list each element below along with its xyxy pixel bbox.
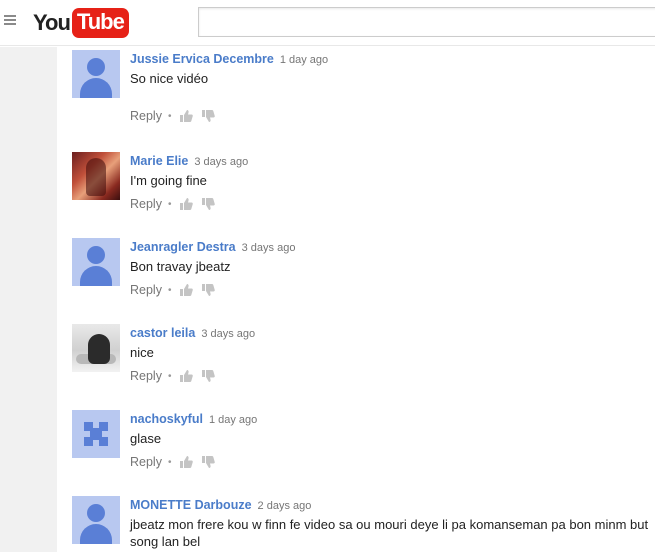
comment-actions: Reply • (130, 454, 223, 470)
comment-text: nice (130, 345, 154, 360)
photo-avatar[interactable] (72, 152, 120, 200)
comment-author[interactable]: nachoskyful (130, 412, 203, 426)
photo-avatar[interactable] (72, 324, 120, 372)
default-avatar[interactable] (72, 238, 120, 286)
separator-dot: • (167, 284, 172, 296)
comment-time[interactable]: 3 days ago (194, 156, 248, 168)
comment-header: Marie Elie 3 days ago (130, 152, 248, 168)
reply-button[interactable]: Reply (130, 455, 162, 469)
pattern-avatar[interactable] (72, 410, 120, 458)
separator-dot: • (167, 456, 172, 468)
comment-time[interactable]: 1 day ago (280, 54, 328, 66)
thumbs-down-icon[interactable] (201, 455, 216, 469)
comment-author[interactable]: castor leila (130, 326, 195, 340)
comment-header: Jussie Ervica Decembre 1 day ago (130, 50, 328, 66)
default-avatar[interactable] (72, 496, 120, 544)
comment-header: nachoskyful 1 day ago (130, 410, 257, 426)
hamburger-menu-icon[interactable] (4, 15, 16, 27)
masthead: You Tube (0, 0, 655, 46)
comment-text: So nice vidéo (130, 71, 209, 86)
comment-author[interactable]: Marie Elie (130, 154, 188, 168)
logo-you-text: You (33, 10, 71, 35)
reply-button[interactable]: Reply (130, 369, 162, 383)
comment-actions: Reply • (130, 368, 223, 384)
comment-time[interactable]: 1 day ago (209, 414, 257, 426)
thumbs-up-icon[interactable] (179, 109, 194, 123)
comment-text: I'm going fine (130, 173, 207, 188)
separator-dot: • (167, 370, 172, 382)
thumbs-up-icon[interactable] (179, 197, 194, 211)
comment-time[interactable]: 3 days ago (201, 328, 255, 340)
search-input[interactable] (198, 7, 655, 37)
thumbs-down-icon[interactable] (201, 369, 216, 383)
comment-text: glase (130, 431, 162, 446)
comment-author[interactable]: Jeanragler Destra (130, 240, 236, 254)
thumbs-up-icon[interactable] (179, 455, 194, 469)
comment-author[interactable]: MONETTE Darbouze (130, 498, 252, 512)
comment-time[interactable]: 3 days ago (242, 242, 296, 254)
thumbs-up-icon[interactable] (179, 369, 194, 383)
youtube-logo[interactable]: You Tube (33, 8, 129, 38)
logo-tube-text: Tube (71, 8, 129, 38)
thumbs-down-icon[interactable] (201, 197, 216, 211)
comment-actions: Reply • (130, 108, 223, 124)
comment-actions: Reply • (130, 196, 223, 212)
reply-button[interactable]: Reply (130, 109, 162, 123)
comment-header: MONETTE Darbouze 2 days ago (130, 496, 311, 512)
comment-actions: Reply • (130, 282, 223, 298)
reply-button[interactable]: Reply (130, 197, 162, 211)
thumbs-down-icon[interactable] (201, 109, 216, 123)
separator-dot: • (167, 110, 172, 122)
comment-text: Bon travay jbeatz (130, 259, 231, 274)
comment-header: castor leila 3 days ago (130, 324, 255, 340)
separator-dot: • (167, 198, 172, 210)
comment-time[interactable]: 2 days ago (258, 500, 312, 512)
comment-header: Jeanragler Destra 3 days ago (130, 238, 295, 254)
comment-author[interactable]: Jussie Ervica Decembre (130, 52, 274, 66)
thumbs-down-icon[interactable] (201, 283, 216, 297)
comment-text: jbeatz mon frere kou w finn fe video sa … (130, 517, 649, 549)
left-gutter (0, 47, 57, 552)
reply-button[interactable]: Reply (130, 283, 162, 297)
default-avatar[interactable] (72, 50, 120, 98)
thumbs-up-icon[interactable] (179, 283, 194, 297)
